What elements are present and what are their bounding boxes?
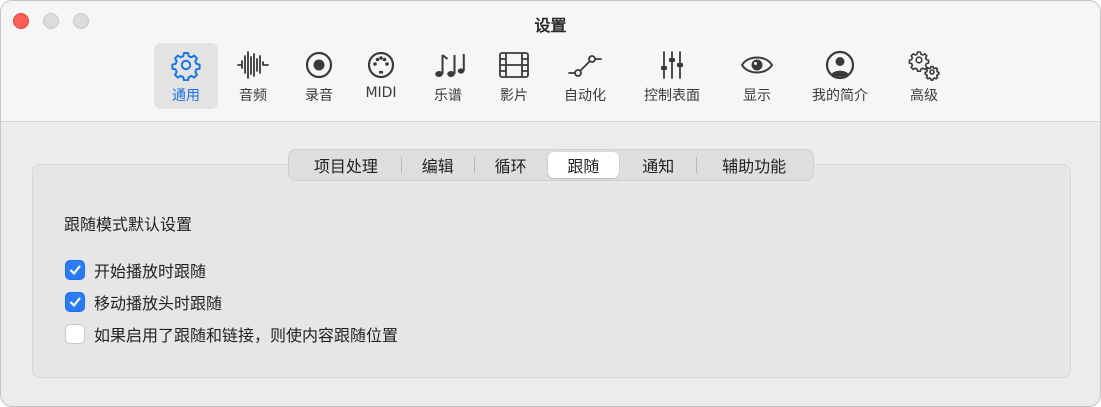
toolbar-item-score[interactable]: 乐谱	[416, 43, 480, 109]
option-label: 开始播放时跟随	[94, 262, 207, 281]
toolbar-item-control-surfaces[interactable]: 控制表面	[633, 43, 711, 109]
toolbar-item-advanced[interactable]: 高级	[892, 43, 956, 109]
toolbar-item-movie[interactable]: 影片	[482, 43, 546, 109]
gears-icon	[907, 49, 941, 81]
gear-icon	[169, 49, 203, 81]
window-title: 设置	[534, 16, 567, 35]
checkbox-checked[interactable]	[65, 260, 85, 280]
waveform-icon	[236, 49, 270, 81]
film-icon	[497, 49, 531, 81]
record-icon	[302, 49, 336, 81]
tab-notifications[interactable]: 通知	[620, 152, 696, 178]
tab-label: 编辑	[421, 157, 454, 176]
toolbar-item-automation[interactable]: 自动化	[549, 43, 621, 109]
toolbar-item-label: 自动化	[564, 88, 606, 104]
checkbox-unchecked[interactable]	[65, 324, 85, 344]
tab-label: 项目处理	[313, 157, 378, 176]
option-label: 移动播放头时跟随	[94, 294, 223, 313]
toolbar-item-midi[interactable]: MIDI	[349, 43, 413, 109]
settings-tab-bar: 项目处理 编辑 循环 跟随 通知 辅助功能	[288, 149, 814, 181]
tab-project-handling[interactable]: 项目处理	[291, 152, 401, 178]
toolbar-item-my-info[interactable]: 我的简介	[801, 43, 879, 109]
preferences-toolbar: 通用 音频 录音 MIDI 乐谱 影片 自动化 控制表面 显示 我的简介 高级	[1, 43, 1100, 111]
settings-window: 设置 通用 音频 录音 MIDI 乐谱 影片 自动化 控制表面 显示 我的简介 …	[0, 0, 1101, 407]
option-catch-on-move-playhead[interactable]: 移动播放头时跟随	[65, 290, 222, 314]
toolbar-item-audio[interactable]: 音频	[221, 43, 285, 109]
toolbar-item-label: MIDI	[365, 85, 397, 101]
toolbar-item-label: 录音	[305, 88, 333, 104]
checkmark-icon	[69, 265, 81, 275]
tab-catch[interactable]: 跟随	[547, 152, 620, 178]
tab-label: 跟随	[567, 157, 600, 176]
toolbar-item-display[interactable]: 显示	[725, 43, 789, 109]
toolbar-item-label: 乐谱	[434, 88, 462, 104]
toolbar-item-label: 我的简介	[812, 88, 868, 104]
tab-label: 通知	[642, 157, 675, 176]
toolbar-item-general[interactable]: 通用	[154, 43, 218, 109]
option-content-catches-position[interactable]: 如果启用了跟随和链接，则使内容跟随位置	[65, 322, 398, 346]
toolbar-item-label: 高级	[910, 88, 938, 104]
toolbar-item-label: 显示	[743, 88, 771, 104]
title-bar: 设置 通用 音频 录音 MIDI 乐谱 影片 自动化 控制表面 显示 我的简介 …	[1, 1, 1100, 122]
music-notes-icon	[431, 49, 465, 81]
toolbar-item-label: 影片	[500, 88, 528, 104]
toolbar-item-label: 通用	[172, 88, 200, 104]
eye-icon	[740, 49, 774, 81]
checkmark-icon	[69, 297, 81, 307]
tab-label: 循环	[494, 157, 527, 176]
toolbar-item-label: 控制表面	[644, 88, 700, 104]
tab-editing[interactable]: 编辑	[402, 152, 474, 178]
tab-label: 辅助功能	[722, 157, 787, 176]
sliders-icon	[655, 49, 689, 81]
person-icon	[823, 49, 857, 81]
tab-cycle[interactable]: 循环	[475, 152, 547, 178]
option-label: 如果启用了跟随和链接，则使内容跟随位置	[94, 326, 399, 345]
toolbar-item-recording[interactable]: 录音	[287, 43, 351, 109]
option-catch-on-play[interactable]: 开始播放时跟随	[65, 258, 206, 282]
midi-icon	[364, 49, 398, 81]
toolbar-item-label: 音频	[239, 88, 267, 104]
checkbox-checked[interactable]	[65, 292, 85, 312]
section-title: 跟随模式默认设置	[64, 215, 193, 234]
tab-accessibility[interactable]: 辅助功能	[697, 152, 811, 178]
automation-icon	[568, 49, 602, 81]
